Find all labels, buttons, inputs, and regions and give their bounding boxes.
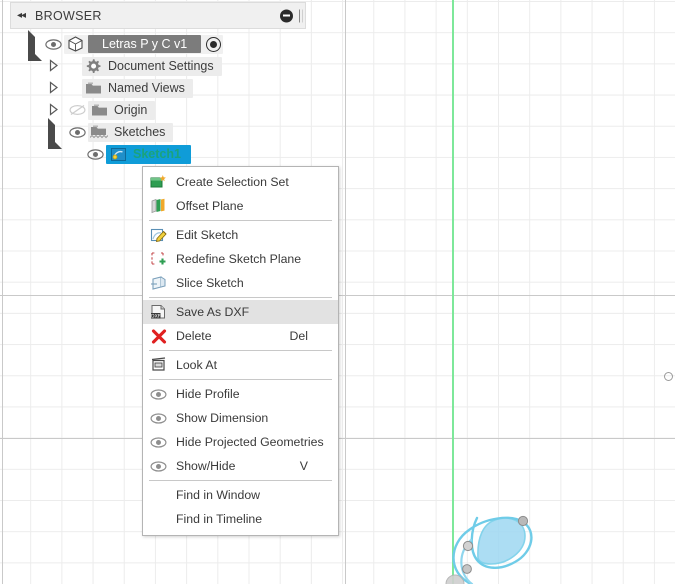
- eye-icon[interactable]: [68, 123, 86, 141]
- browser-panel: ◂◂ BROWSER Letras P y C v1 Document Sett…: [10, 2, 306, 165]
- tree-row-root[interactable]: Letras P y C v1: [10, 30, 306, 61]
- expander-collapsed-icon[interactable]: [48, 103, 62, 117]
- menu-item-redefine-sketch-plane[interactable]: Redefine Sketch Plane: [143, 247, 338, 271]
- menu-item-label: Show/Hide: [176, 459, 236, 473]
- menu-item-save-as-dxf[interactable]: DXF Save As DXF: [143, 300, 338, 324]
- menu-item-label: Edit Sketch: [176, 228, 239, 242]
- menu-item-label: Create Selection Set: [176, 175, 289, 189]
- menu-item-label: Hide Profile: [176, 387, 240, 401]
- redefine-sketch-plane-icon: [149, 251, 168, 268]
- menu-item-label: Save As DXF: [176, 305, 250, 319]
- browser-panel-title: BROWSER: [35, 8, 102, 23]
- menu-separator: [149, 297, 332, 298]
- tree-item-label: Sketches: [114, 125, 166, 139]
- browser-panel-header[interactable]: ◂◂ BROWSER: [10, 2, 306, 29]
- menu-item-find-in-window[interactable]: Find in Window: [143, 483, 338, 507]
- panel-resize-grip[interactable]: [299, 9, 303, 22]
- named-views-pill[interactable]: Named Views: [82, 78, 193, 98]
- menu-item-label: Look At: [176, 358, 218, 372]
- slice-sketch-icon: [149, 275, 168, 292]
- expander-collapsed-icon[interactable]: [48, 81, 62, 95]
- root-node-label: Letras P y C v1: [88, 35, 202, 53]
- menu-item-shortcut: Del: [289, 329, 308, 343]
- offset-plane-icon: [149, 198, 168, 215]
- expander-expanded-icon[interactable]: [28, 30, 42, 61]
- menu-item-label: Hide Projected Geometries: [176, 435, 324, 449]
- menu-item-label: Show Dimension: [176, 411, 269, 425]
- double-left-arrows-icon[interactable]: ◂◂: [17, 10, 26, 21]
- expander-collapsed-icon[interactable]: [48, 59, 62, 73]
- grid-major-vline: [345, 0, 346, 584]
- look-at-icon: [149, 357, 168, 374]
- menu-separator: [149, 480, 332, 481]
- tree-row-document-settings[interactable]: Document Settings: [10, 55, 306, 77]
- tree-row-sketch1[interactable]: Sketch1: [10, 143, 306, 165]
- fusion-workspace: ◂◂ BROWSER Letras P y C v1 Document Sett…: [0, 0, 675, 584]
- y-axis-line: [452, 0, 454, 584]
- expander-expanded-icon[interactable]: [48, 118, 62, 149]
- eye-icon: [149, 386, 168, 403]
- menu-item-label: Slice Sketch: [176, 276, 244, 290]
- svg-text:DXF: DXF: [151, 313, 161, 319]
- tree-row-sketches[interactable]: Sketches: [10, 118, 306, 149]
- eye-icon: [149, 410, 168, 427]
- menu-item-slice-sketch[interactable]: Slice Sketch: [143, 271, 338, 295]
- grid-major-vline: [2, 0, 3, 584]
- menu-item-label: Delete: [176, 329, 212, 343]
- menu-separator: [149, 220, 332, 221]
- menu-item-delete[interactable]: Delete Del: [143, 324, 338, 348]
- menu-item-label: Find in Timeline: [176, 512, 263, 526]
- menu-item-label: Find in Window: [176, 488, 261, 502]
- sketch1-pill[interactable]: Sketch1: [106, 144, 191, 164]
- sketch-icon: [109, 146, 127, 162]
- menu-item-offset-plane[interactable]: Offset Plane: [143, 194, 338, 218]
- menu-item-look-at[interactable]: Look At: [143, 353, 338, 377]
- menu-item-show-dimension[interactable]: Show Dimension: [143, 406, 338, 430]
- tree-item-label: Named Views: [108, 81, 185, 95]
- selection-set-icon: [149, 174, 168, 191]
- sketch-folder-icon: [90, 124, 108, 140]
- menu-separator: [149, 350, 332, 351]
- sketch-context-menu[interactable]: Create Selection Set Offset Plane Edit S…: [142, 166, 339, 536]
- edit-sketch-icon: [149, 227, 168, 244]
- menu-item-hide-profile[interactable]: Hide Profile: [143, 382, 338, 406]
- delete-x-icon: [149, 328, 168, 345]
- menu-item-find-in-timeline[interactable]: Find in Timeline: [143, 507, 338, 531]
- letter-p-spline-sketch: [445, 515, 533, 584]
- gear-icon: [84, 58, 102, 74]
- tree-item-label: Document Settings: [108, 59, 214, 73]
- tree-item-label: Sketch1: [133, 147, 181, 161]
- origin-circle: [664, 372, 673, 381]
- menu-item-label: Redefine Sketch Plane: [176, 252, 302, 266]
- menu-item-edit-sketch[interactable]: Edit Sketch: [143, 223, 338, 247]
- eye-icon[interactable]: [86, 145, 104, 163]
- dxf-file-icon: DXF: [149, 304, 168, 321]
- component-cube-icon: [66, 36, 84, 52]
- root-node-pill[interactable]: Letras P y C v1: [64, 34, 224, 54]
- minimize-circle-icon[interactable]: [280, 9, 293, 22]
- tree-item-label: Origin: [114, 103, 148, 117]
- menu-item-shortcut: V: [299, 459, 308, 473]
- eye-icon: [149, 458, 168, 475]
- tree-row-named-views[interactable]: Named Views: [10, 77, 306, 99]
- eye-icon[interactable]: [44, 35, 62, 53]
- activate-radio-icon[interactable]: [206, 36, 222, 52]
- folder-icon: [84, 80, 102, 96]
- menu-item-create-selection-set[interactable]: Create Selection Set: [143, 170, 338, 194]
- menu-item-label: Offset Plane: [176, 199, 244, 213]
- menu-item-hide-projected-geometries[interactable]: Hide Projected Geometries: [143, 430, 338, 454]
- no-icon-spacer: [149, 487, 168, 504]
- eye-hidden-icon[interactable]: [68, 101, 86, 119]
- document-settings-pill[interactable]: Document Settings: [82, 56, 222, 76]
- folder-icon: [90, 102, 108, 118]
- menu-separator: [149, 379, 332, 380]
- origin-pill[interactable]: Origin: [88, 100, 156, 120]
- eye-icon: [149, 434, 168, 451]
- menu-item-show-hide[interactable]: Show/Hide V: [143, 454, 338, 478]
- no-icon-spacer: [149, 511, 168, 528]
- sketches-pill[interactable]: Sketches: [88, 122, 174, 142]
- browser-tree: Letras P y C v1 Document Settings Named …: [10, 29, 306, 165]
